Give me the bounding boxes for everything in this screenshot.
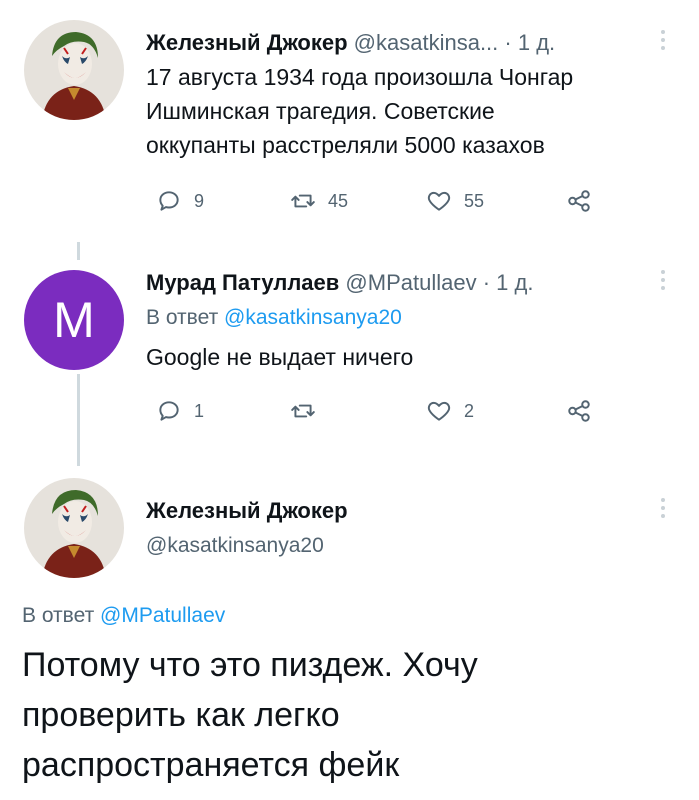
tweet3-text-line: Потому что это пиздеж. Хочу (22, 646, 478, 684)
tweet2-text: Google не выдает ничего (146, 344, 414, 370)
tweet1-text: 17 августа 1934 года произошла Чонгар Иш… (146, 60, 573, 162)
thread-connector-line (77, 374, 80, 466)
joker-avatar-image (24, 20, 124, 120)
avatar-joker[interactable] (24, 20, 124, 120)
retweet-icon (291, 404, 315, 418)
tweet3-reply-to: В ответ @MPatullaev (22, 604, 225, 628)
tweet1-text-line: Ишминская трагедия. Советские (146, 98, 495, 124)
avatar-joker[interactable] (24, 478, 124, 578)
reply-icon (159, 191, 179, 211)
reply-to-link[interactable]: @kasatkinsanya20 (224, 306, 402, 329)
tweet1-text-line: 17 августа 1934 года произошла Чонгар (146, 64, 574, 90)
tweet3-text: Потому что это пиздеж. Хочу проверить ка… (22, 640, 682, 790)
tweet2-reply-count: 1 (194, 400, 205, 421)
tweet1-reply-button[interactable]: 9 (156, 188, 204, 214)
tweet2-handle[interactable]: @MPatullaev (345, 270, 476, 295)
tweet1-retweet-button[interactable]: 45 (290, 188, 348, 214)
tweet1-share-button[interactable] (566, 188, 592, 214)
more-icon[interactable] (660, 498, 666, 518)
like-icon (427, 401, 451, 421)
avatar-m[interactable]: M (24, 270, 124, 370)
tweet3-author-name[interactable]: Железный Джокер (146, 498, 348, 524)
tweet-thread: Железный Джокер @kasatkinsa... · 1 д. 17… (0, 0, 699, 800)
retweet-icon (291, 194, 315, 208)
more-icon[interactable] (660, 30, 666, 50)
share-icon (568, 190, 590, 212)
like-icon (427, 191, 451, 211)
tweet2-time[interactable]: 1 д. (496, 270, 533, 295)
reply-to-link[interactable]: @MPatullaev (100, 604, 225, 627)
tweet1-like-button[interactable]: 55 (426, 188, 484, 214)
tweet2-like-button[interactable]: 2 (426, 398, 474, 424)
reply-prefix: В ответ (22, 604, 101, 627)
tweet1-text-line: оккупанты расстреляли 5000 казахов (146, 132, 545, 158)
tweet1-reply-count: 9 (194, 190, 205, 211)
tweet3-text-line: распространяется фейк (22, 746, 400, 784)
tweet1-like-count: 55 (464, 190, 485, 211)
tweet2-dot: · (482, 270, 491, 295)
tweet1-dot: · (504, 30, 512, 55)
tweet2-reply-button[interactable]: 1 (156, 398, 204, 424)
tweet2-author-name[interactable]: Мурад Патуллаев (146, 270, 339, 295)
share-icon (568, 400, 590, 422)
tweet2-reply-to: В ответ @kasatkinsanya20 (146, 306, 402, 330)
tweet1-author-name[interactable]: Железный Джокер (146, 30, 348, 55)
tweet1-header: Железный Джокер @kasatkinsa... · 1 д. (146, 30, 555, 56)
thread-connector-line (77, 242, 80, 260)
tweet1-handle[interactable]: @kasatkinsa... (354, 30, 499, 55)
tweet2-like-count: 2 (464, 400, 475, 421)
reply-icon (159, 401, 179, 421)
more-icon[interactable] (660, 270, 666, 290)
tweet1-time[interactable]: 1 д. (518, 30, 555, 55)
tweet3-text-line: проверить как легко (22, 696, 340, 734)
tweet3-handle[interactable]: @kasatkinsanya20 (146, 534, 324, 558)
tweet2-header: Мурад Патуллаев @MPatullaev · 1 д. (146, 270, 533, 296)
reply-prefix: В ответ (146, 306, 225, 329)
joker-avatar-image (24, 478, 124, 578)
tweet2-share-button[interactable] (566, 398, 592, 424)
tweet2-retweet-button[interactable] (290, 398, 328, 424)
avatar-letter: M (53, 292, 95, 348)
tweet1-retweet-count: 45 (328, 190, 349, 211)
